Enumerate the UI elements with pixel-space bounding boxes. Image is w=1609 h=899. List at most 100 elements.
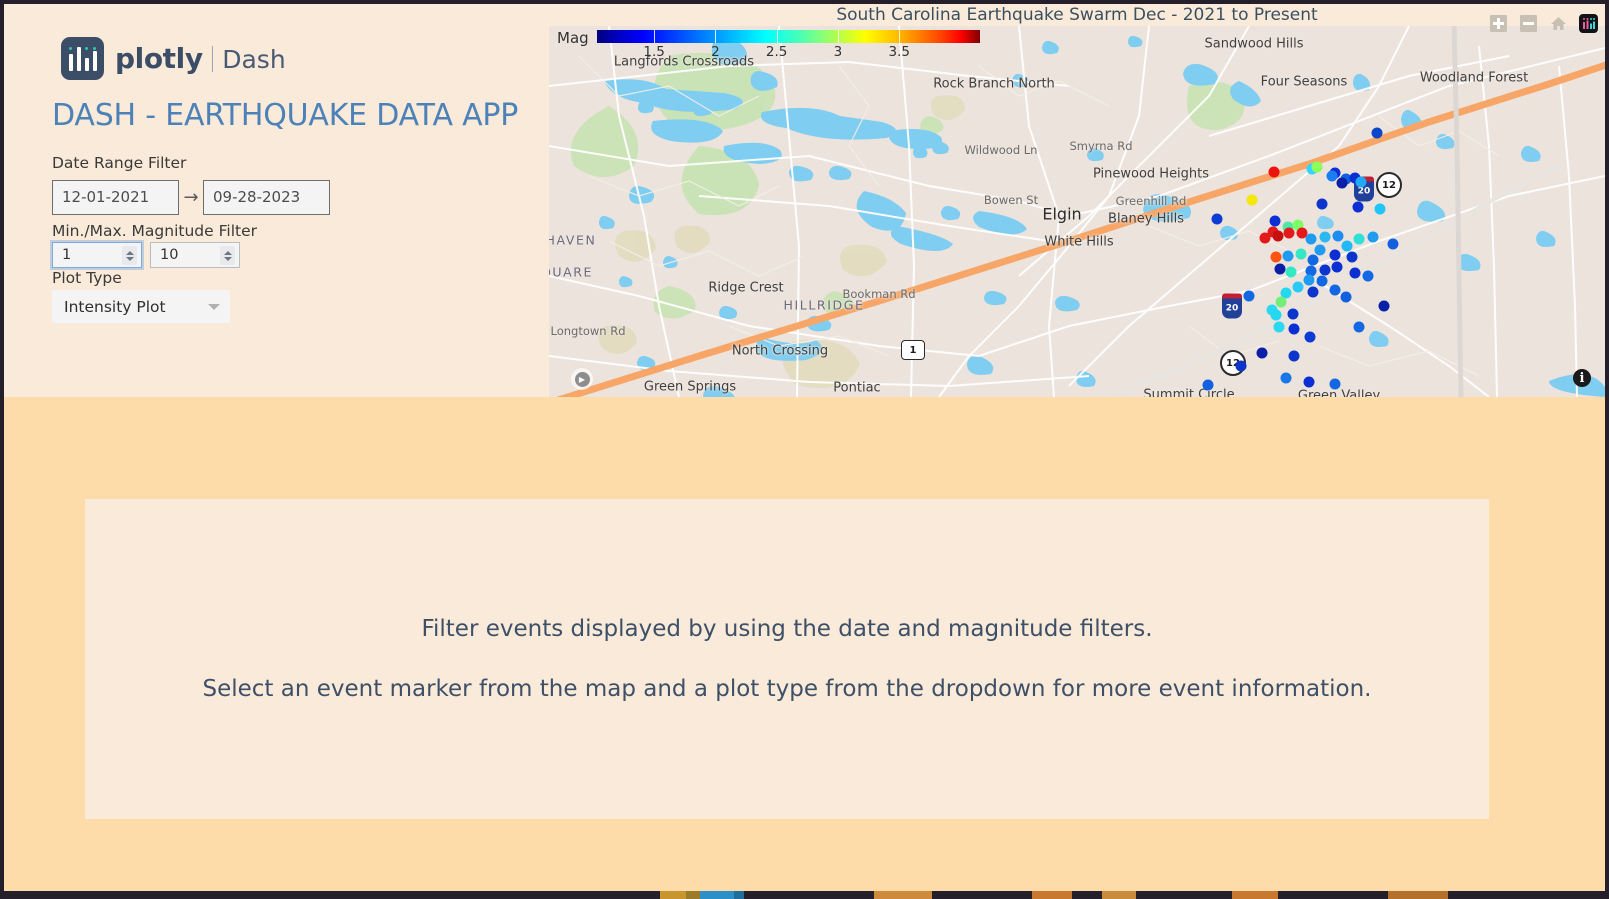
min-magnitude-stepper[interactable] xyxy=(122,246,137,265)
earthquake-marker[interactable] xyxy=(1329,378,1341,390)
earthquake-marker[interactable] xyxy=(1283,227,1295,239)
earthquake-marker[interactable] xyxy=(1270,251,1282,263)
earthquake-marker[interactable] xyxy=(1268,166,1280,178)
earthquake-marker[interactable] xyxy=(1303,274,1315,286)
earthquake-marker[interactable] xyxy=(1288,323,1300,335)
earthquake-marker[interactable] xyxy=(1374,203,1386,215)
earthquake-marker[interactable] xyxy=(1378,300,1390,312)
earthquake-marker[interactable] xyxy=(1331,261,1343,273)
plotly-logo-icon[interactable] xyxy=(1579,14,1598,33)
end-date-input[interactable]: 09-28-2023 xyxy=(203,180,330,215)
earthquake-marker[interactable] xyxy=(1304,331,1316,343)
earthquake-marker[interactable] xyxy=(1319,264,1331,276)
message-line-2: Select an event marker from the map and … xyxy=(202,676,1372,702)
earthquake-marker[interactable] xyxy=(1270,309,1282,321)
map-basemap xyxy=(549,26,1605,397)
earthquake-marker[interactable] xyxy=(1367,231,1379,243)
earthquake-marker[interactable] xyxy=(1319,231,1331,243)
message-line-1: Filter events displayed by using the dat… xyxy=(421,616,1153,642)
page-title: DASH - EARTHQUAKE DATA APP xyxy=(52,98,519,133)
earthquake-marker[interactable] xyxy=(1287,308,1299,320)
max-magnitude-stepper[interactable] xyxy=(220,246,235,265)
date-range-label: Date Range Filter xyxy=(52,154,187,172)
earthquake-marker[interactable] xyxy=(1307,286,1319,298)
bottom-section: Filter events displayed by using the dat… xyxy=(4,397,1605,895)
earthquake-marker[interactable] xyxy=(1346,251,1358,263)
top-section: plotly Dash DASH - EARTHQUAKE DATA APP D… xyxy=(4,4,1605,397)
earthquake-marker[interactable] xyxy=(1202,379,1214,391)
earthquake-marker[interactable] xyxy=(1303,376,1315,388)
earthquake-marker[interactable] xyxy=(1353,321,1365,333)
earthquake-marker[interactable] xyxy=(1243,290,1255,302)
earthquake-marker[interactable] xyxy=(1371,127,1383,139)
colorbar-tick-label: 1.5 xyxy=(643,44,665,60)
earthquake-marker[interactable] xyxy=(1274,263,1286,275)
earthquake-marker[interactable] xyxy=(1336,177,1348,189)
earthquake-marker[interactable] xyxy=(1341,240,1353,252)
earthquake-marker[interactable] xyxy=(1295,248,1307,260)
earthquake-marker[interactable] xyxy=(1352,201,1364,213)
info-icon[interactable]: i xyxy=(1573,369,1591,387)
earthquake-marker[interactable] xyxy=(1280,372,1292,384)
earthquake-marker[interactable] xyxy=(1259,232,1271,244)
earthquake-marker[interactable] xyxy=(1285,266,1297,278)
earthquake-marker[interactable] xyxy=(1311,161,1323,173)
earthquake-marker[interactable] xyxy=(1282,250,1294,262)
route-shield-icon: 20 xyxy=(1222,293,1242,319)
colorbar-gradient: 1.5 2 2.5 3 3.5 xyxy=(596,30,980,60)
earthquake-marker[interactable] xyxy=(1316,198,1328,210)
earthquake-marker[interactable] xyxy=(1314,244,1326,256)
magnitude-filter-label: Min./Max. Magnitude Filter xyxy=(52,222,257,240)
earthquake-marker[interactable] xyxy=(1340,291,1352,303)
earthquake-marker[interactable] xyxy=(1292,281,1304,293)
earthquake-marker[interactable] xyxy=(1326,170,1338,182)
graph-title: South Carolina Earthquake Swarm Dec - 20… xyxy=(836,5,1318,25)
earthquake-marker[interactable] xyxy=(1246,194,1258,206)
colorbar-tick-label: 3.5 xyxy=(888,44,910,60)
empty-state-message-card: Filter events displayed by using the dat… xyxy=(85,499,1489,819)
earthquake-marker[interactable] xyxy=(1269,215,1281,227)
earthquake-marker[interactable] xyxy=(1275,296,1287,308)
plotly-modebar[interactable] xyxy=(1489,14,1598,33)
earthquake-marker[interactable] xyxy=(1235,360,1247,372)
mapbox-map[interactable]: Mag 1.5 2 2.5 3 3.5 Langfords Crossroads Rock… xyxy=(549,26,1605,397)
earthquake-marker[interactable] xyxy=(1211,213,1223,225)
dash-app-window: plotly Dash DASH - EARTHQUAKE DATA APP D… xyxy=(4,4,1605,895)
reset-home-icon[interactable] xyxy=(1549,14,1568,33)
plotly-logo-icon xyxy=(61,37,104,80)
earthquake-marker[interactable] xyxy=(1305,233,1317,245)
earthquake-marker[interactable] xyxy=(1329,249,1341,261)
earthquake-marker[interactable] xyxy=(1353,233,1365,245)
earthquake-marker[interactable] xyxy=(1332,230,1344,242)
earthquake-marker[interactable] xyxy=(1329,284,1341,296)
earthquake-marker[interactable] xyxy=(1355,176,1367,188)
earthquake-marker[interactable] xyxy=(1307,254,1319,266)
earthquake-marker[interactable] xyxy=(1256,347,1268,359)
min-magnitude-input[interactable]: 1 xyxy=(52,242,142,268)
earthquake-marker[interactable] xyxy=(1316,275,1328,287)
date-range-picker[interactable]: 12-01-2021 → 09-28-2023 xyxy=(52,180,330,215)
brand-name: plotly xyxy=(115,42,203,75)
brand-divider xyxy=(211,45,214,72)
brand: plotly Dash xyxy=(61,37,286,80)
zoom-in-icon[interactable] xyxy=(1489,14,1508,33)
max-magnitude-value: 10 xyxy=(160,247,179,263)
earthquake-marker[interactable] xyxy=(1272,230,1284,242)
earthquake-marker[interactable] xyxy=(1387,238,1399,250)
earthquake-marker[interactable] xyxy=(1349,267,1361,279)
zoom-out-icon[interactable] xyxy=(1519,14,1538,33)
earthquake-map-graph[interactable]: South Carolina Earthquake Swarm Dec - 20… xyxy=(549,4,1605,397)
colorbar-tick xyxy=(776,30,778,43)
max-magnitude-input[interactable]: 10 xyxy=(150,242,240,268)
plot-type-dropdown[interactable]: Intensity Plot xyxy=(52,290,230,323)
start-date-input[interactable]: 12-01-2021 xyxy=(52,180,179,215)
colorbar-tick-label: 2 xyxy=(711,44,720,60)
earthquake-marker[interactable] xyxy=(1362,270,1374,282)
earthquake-marker[interactable] xyxy=(1273,321,1285,333)
earthquake-marker[interactable] xyxy=(1288,350,1300,362)
compass-icon[interactable]: ▶ xyxy=(571,368,593,390)
colorbar-tick xyxy=(899,30,901,43)
arrow-right-icon: → xyxy=(183,187,199,208)
colorbar-tick xyxy=(715,30,717,43)
os-taskbar-strip xyxy=(0,891,1609,899)
